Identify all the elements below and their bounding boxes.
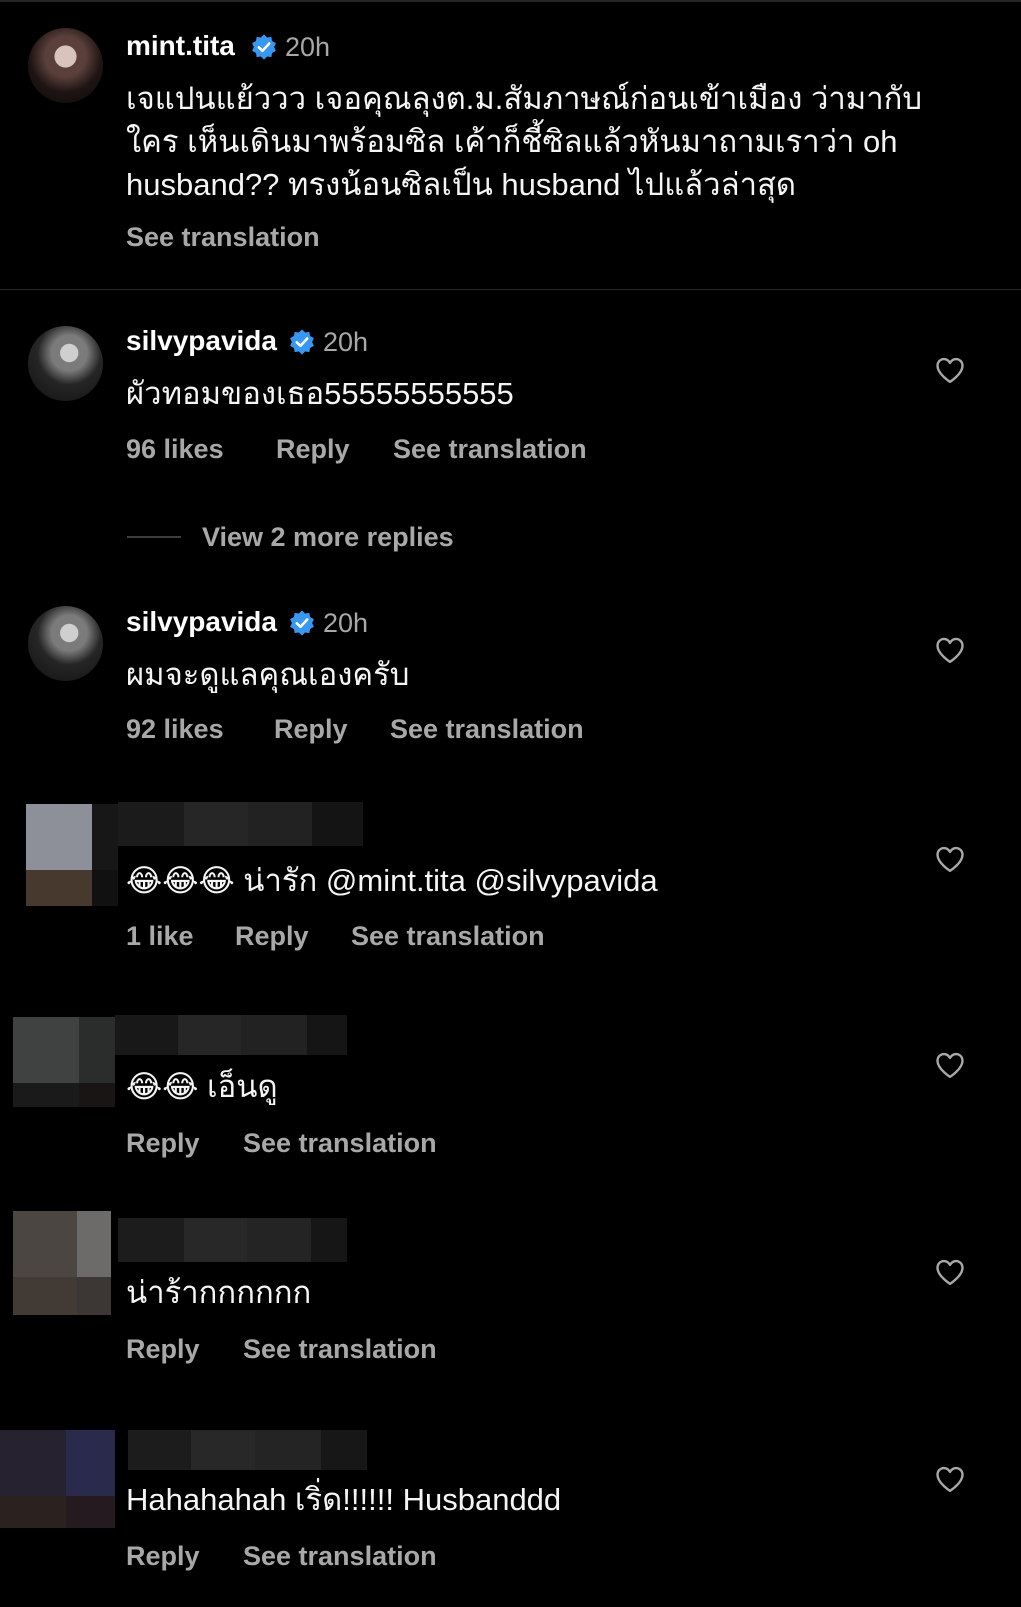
comment-text-line: ใคร เห็นเดินมาพร้อมซิล เค้าก็ชี้ซิลแล้วห… <box>126 124 898 159</box>
username[interactable]: silvypavida <box>126 606 277 638</box>
avatar-pixelated[interactable] <box>26 804 118 906</box>
avatar-mint-tita[interactable] <box>28 28 103 103</box>
heart-outline-icon[interactable] <box>935 1258 965 1286</box>
comment-text: 😂😂 เอ็นดู <box>126 1069 278 1104</box>
comment-text-line: เจแปนแย้ววว เจอคุณลุงต.ม.สัมภาษณ์ก่อนเข้… <box>126 81 923 116</box>
see-translation-button[interactable]: See translation <box>243 1128 437 1159</box>
heart-outline-icon[interactable] <box>935 845 965 873</box>
avatar-pixelated[interactable] <box>13 1211 111 1315</box>
comment-text: น่าร้ากกกกกก <box>126 1275 312 1310</box>
reply-button[interactable]: Reply <box>274 714 348 745</box>
see-translation-button[interactable]: See translation <box>243 1541 437 1572</box>
see-translation-button[interactable]: See translation <box>390 714 584 745</box>
username[interactable]: silvypavida <box>126 325 277 357</box>
reply-button[interactable]: Reply <box>276 434 350 465</box>
likes-count[interactable]: 1 like <box>126 921 194 952</box>
username-redacted <box>115 1015 347 1055</box>
see-translation-button[interactable]: See translation <box>393 434 587 465</box>
verified-badge-icon <box>252 34 276 60</box>
view-replies-line <box>127 536 181 538</box>
avatar-silvypavida[interactable] <box>28 326 103 401</box>
likes-count[interactable]: 96 likes <box>126 434 224 465</box>
comment-time: 20h <box>285 32 331 62</box>
username-redacted <box>118 1218 347 1262</box>
reply-button[interactable]: Reply <box>235 921 309 952</box>
see-translation-button[interactable]: See translation <box>351 921 545 952</box>
avatar-pixelated[interactable] <box>0 1430 115 1528</box>
verified-badge-icon <box>290 329 314 355</box>
reply-button[interactable]: Reply <box>126 1128 200 1159</box>
comment-text-line: husband?? ทรงน้อนซิลเป็น husband ไปแล้วล… <box>126 167 797 202</box>
reply-button[interactable]: Reply <box>126 1334 200 1365</box>
heart-outline-icon[interactable] <box>935 1051 965 1079</box>
comment-time: 20h <box>323 608 369 638</box>
avatar-silvypavida[interactable] <box>28 606 103 681</box>
heart-outline-icon[interactable] <box>935 1465 965 1493</box>
caption-divider <box>0 289 1021 290</box>
see-translation-button[interactable]: See translation <box>243 1334 437 1365</box>
likes-count[interactable]: 92 likes <box>126 714 224 745</box>
verified-badge-icon <box>290 610 314 636</box>
reply-button[interactable]: Reply <box>126 1541 200 1572</box>
comment-text: Hahahahah เริ่ด!!!!!! Husbanddd <box>126 1482 562 1517</box>
comment-time: 20h <box>323 327 369 357</box>
heart-outline-icon[interactable] <box>935 356 965 384</box>
see-translation-button[interactable]: See translation <box>126 222 320 253</box>
username[interactable]: mint.tita <box>126 30 235 62</box>
username-redacted <box>128 1430 367 1470</box>
comment-text: 😂😂😂 น่ารัก @mint.tita @silvypavida <box>126 863 658 898</box>
heart-outline-icon[interactable] <box>935 636 965 664</box>
comment-text: ผัวทอมของเธอ55555555555 <box>126 376 514 411</box>
avatar-pixelated[interactable] <box>13 1017 115 1107</box>
view-more-replies-button[interactable]: View 2 more replies <box>202 522 454 553</box>
comment-text: ผมจะดูแลคุณเองครับ <box>126 657 410 692</box>
username-redacted <box>118 802 363 846</box>
top-border <box>0 0 1021 2</box>
